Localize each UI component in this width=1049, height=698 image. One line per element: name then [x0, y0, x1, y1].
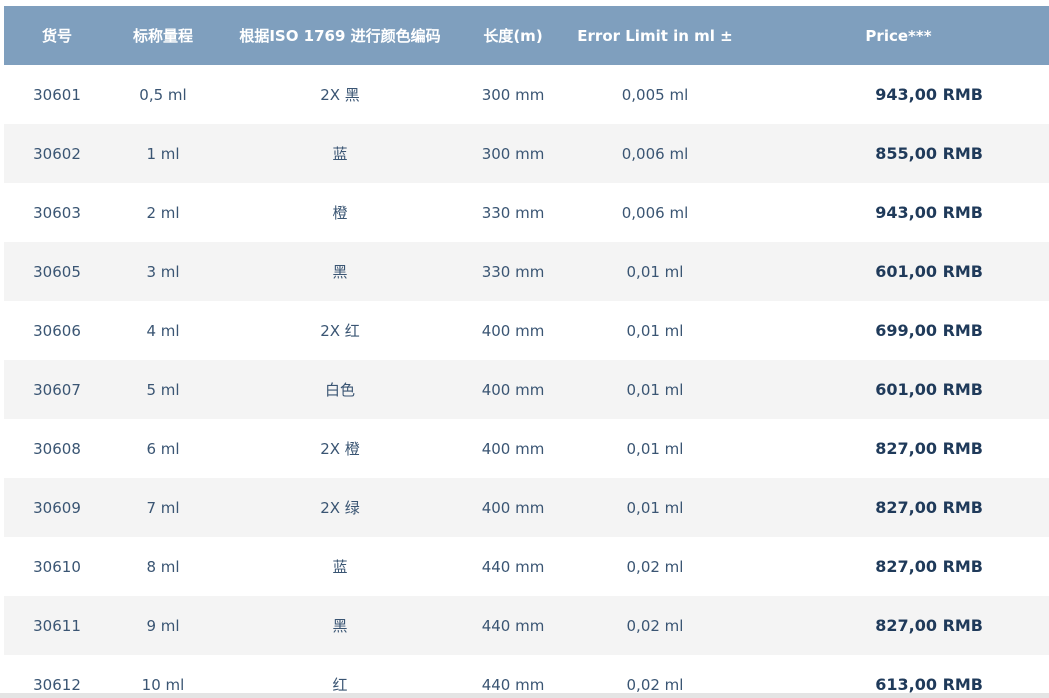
cell-item-number: 30609	[33, 498, 81, 517]
cell-nominal-volume: 9 ml	[146, 616, 180, 635]
cell-error-limit: 0,02 ml	[626, 675, 684, 694]
table-row: 30608 6 ml 2X 橙 400 mm 0,01 ml 827,00 RM…	[4, 419, 1049, 478]
header-item-number: 货号	[41, 27, 72, 45]
cell-length: 330 mm	[481, 203, 545, 222]
cell-length: 300 mm	[481, 85, 545, 104]
cell-nominal-volume: 3 ml	[146, 262, 180, 281]
cell-length: 400 mm	[481, 439, 545, 458]
table-row: 30607 5 ml 白色 400 mm 0,01 ml 601,00 RMB	[4, 360, 1049, 419]
cell-nominal-volume: 7 ml	[146, 498, 180, 517]
cell-nominal-volume: 1 ml	[146, 144, 180, 163]
cell-color-code: 白色	[324, 381, 355, 399]
cell-item-number: 30602	[33, 144, 81, 163]
cell-price: 827,00 RMB	[875, 616, 983, 635]
cell-color-code: 红	[332, 676, 348, 694]
table-header: 货号 标称量程 根据ISO 1769 进行颜色编码 长度(m) Error Li…	[4, 6, 1049, 65]
header-row: 货号 标称量程 根据ISO 1769 进行颜色编码 长度(m) Error Li…	[4, 6, 1049, 65]
cell-length: 440 mm	[481, 557, 545, 576]
cell-price: 601,00 RMB	[875, 380, 983, 399]
cell-error-limit: 0,01 ml	[626, 380, 684, 399]
cell-price: 613,00 RMB	[875, 675, 983, 694]
cell-item-number: 30605	[33, 262, 81, 281]
table-row: 30606 4 ml 2X 红 400 mm 0,01 ml 699,00 RM…	[4, 301, 1049, 360]
cell-price: 943,00 RMB	[875, 203, 983, 222]
cell-error-limit: 0,02 ml	[626, 616, 684, 635]
table-body: 30601 0,5 ml 2X 黑 300 mm 0,005 ml 943,00…	[4, 65, 1049, 698]
table-row: 30611 9 ml 黑 440 mm 0,02 ml 827,00 RMB	[4, 596, 1049, 655]
header-error-limit: Error Limit in ml ±	[577, 26, 733, 45]
cell-nominal-volume: 0,5 ml	[139, 85, 187, 104]
cell-color-code: 黑	[332, 263, 348, 281]
cell-color-code: 2X 黑	[320, 86, 360, 104]
cell-price: 827,00 RMB	[875, 439, 983, 458]
table-row: 30610 8 ml 蓝 440 mm 0,02 ml 827,00 RMB	[4, 537, 1049, 596]
cell-error-limit: 0,005 ml	[621, 85, 689, 104]
table-row: 30605 3 ml 黑 330 mm 0,01 ml 601,00 RMB	[4, 242, 1049, 301]
cell-error-limit: 0,006 ml	[621, 203, 689, 222]
cell-price: 601,00 RMB	[875, 262, 983, 281]
cell-item-number: 30612	[33, 675, 81, 694]
cell-error-limit: 0,01 ml	[626, 498, 684, 517]
cell-error-limit: 0,01 ml	[626, 321, 684, 340]
cell-length: 400 mm	[481, 380, 545, 399]
cell-nominal-volume: 6 ml	[146, 439, 180, 458]
cell-color-code: 橙	[332, 204, 348, 222]
cell-nominal-volume: 4 ml	[146, 321, 180, 340]
cell-price: 943,00 RMB	[875, 85, 983, 104]
header-length: 长度(m)	[483, 27, 543, 45]
cell-color-code: 蓝	[332, 558, 348, 576]
table-row: 30603 2 ml 橙 330 mm 0,006 ml 943,00 RMB	[4, 183, 1049, 242]
cell-color-code: 2X 红	[320, 322, 360, 340]
cell-price: 827,00 RMB	[875, 557, 983, 576]
cell-item-number: 30601	[33, 85, 81, 104]
cell-length: 440 mm	[481, 616, 545, 635]
horizontal-scrollbar[interactable]	[0, 693, 1049, 698]
table-row: 30601 0,5 ml 2X 黑 300 mm 0,005 ml 943,00…	[4, 65, 1049, 124]
cell-color-code: 2X 绿	[320, 499, 360, 517]
cell-error-limit: 0,01 ml	[626, 439, 684, 458]
cell-price: 855,00 RMB	[875, 144, 983, 163]
cell-color-code: 蓝	[332, 145, 348, 163]
cell-color-code: 黑	[332, 617, 348, 635]
header-nominal-volume: 标称量程	[132, 27, 193, 45]
cell-length: 440 mm	[481, 675, 545, 694]
cell-nominal-volume: 10 ml	[141, 675, 185, 694]
header-price: Price***	[865, 26, 932, 45]
header-color-code: 根据ISO 1769 进行颜色编码	[239, 27, 441, 45]
product-table-container: 货号 标称量程 根据ISO 1769 进行颜色编码 长度(m) Error Li…	[4, 6, 1049, 698]
cell-length: 400 mm	[481, 321, 545, 340]
table-row: 30609 7 ml 2X 绿 400 mm 0,01 ml 827,00 RM…	[4, 478, 1049, 537]
cell-length: 400 mm	[481, 498, 545, 517]
cell-item-number: 30611	[33, 616, 81, 635]
cell-length: 330 mm	[481, 262, 545, 281]
cell-price: 699,00 RMB	[875, 321, 983, 340]
table-row: 30602 1 ml 蓝 300 mm 0,006 ml 855,00 RMB	[4, 124, 1049, 183]
cell-error-limit: 0,006 ml	[621, 144, 689, 163]
cell-item-number: 30603	[33, 203, 81, 222]
cell-nominal-volume: 8 ml	[146, 557, 180, 576]
table-row: 30612 10 ml 红 440 mm 0,02 ml 613,00 RMB	[4, 655, 1049, 698]
cell-nominal-volume: 2 ml	[146, 203, 180, 222]
product-table: 货号 标称量程 根据ISO 1769 进行颜色编码 长度(m) Error Li…	[4, 6, 1049, 698]
cell-error-limit: 0,02 ml	[626, 557, 684, 576]
cell-length: 300 mm	[481, 144, 545, 163]
cell-item-number: 30606	[33, 321, 81, 340]
cell-error-limit: 0,01 ml	[626, 262, 684, 281]
cell-item-number: 30610	[33, 557, 81, 576]
cell-color-code: 2X 橙	[320, 440, 360, 458]
cell-item-number: 30608	[33, 439, 81, 458]
cell-price: 827,00 RMB	[875, 498, 983, 517]
cell-nominal-volume: 5 ml	[146, 380, 180, 399]
cell-item-number: 30607	[33, 380, 81, 399]
